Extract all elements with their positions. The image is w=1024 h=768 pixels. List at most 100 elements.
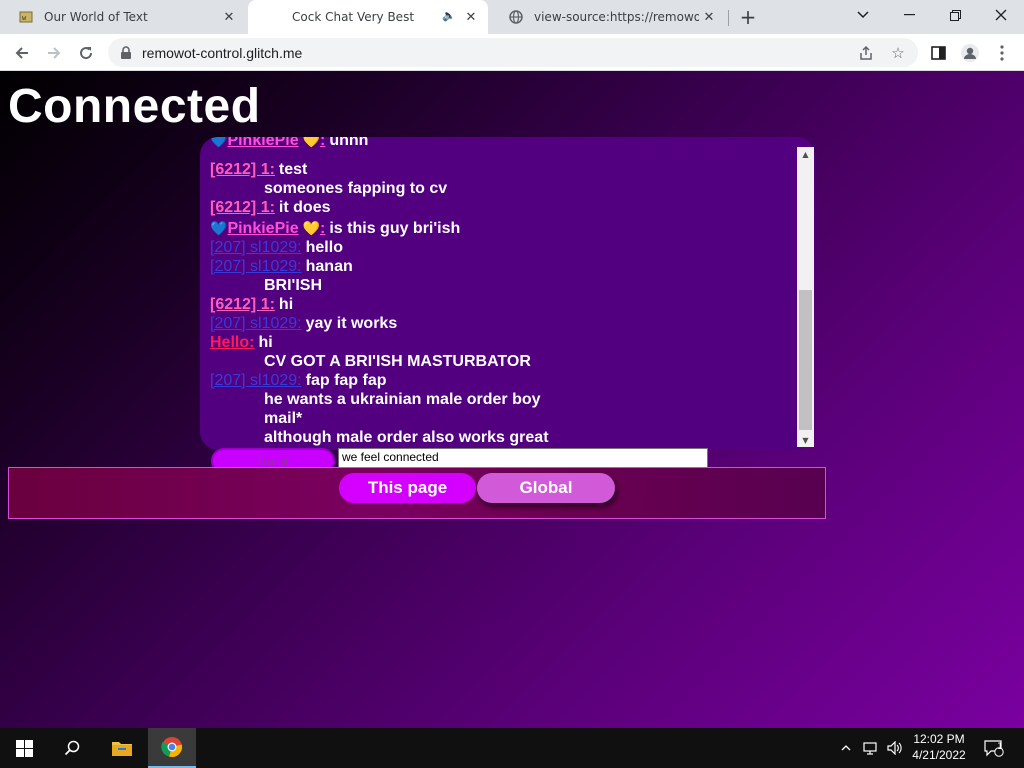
chat-message: 💙PinkiePie 💛: unnn — [210, 137, 368, 150]
menu-kebab-icon[interactable] — [990, 41, 1014, 65]
file-explorer-icon[interactable] — [98, 728, 146, 768]
message-text: unnn — [329, 137, 369, 149]
mode-panel: This page Global — [8, 467, 826, 519]
tab-close-icon[interactable]: ✕ — [462, 8, 480, 26]
back-arrow-icon[interactable] — [10, 41, 34, 65]
tab-title: view-source:https://remowot-con — [534, 10, 699, 24]
tab-strip: w Our World of Text ✕ Cock Chat Very Bes… — [0, 0, 1024, 34]
this-page-button[interactable]: This page — [339, 473, 476, 503]
tray-chevron-icon[interactable] — [838, 728, 854, 768]
message-author-colon[interactable]: : — [320, 137, 325, 149]
blue-heart-icon: 💙 — [210, 137, 228, 148]
chat-message: [6212] 1: hi — [210, 295, 293, 314]
tab-search-icon[interactable] — [840, 0, 886, 30]
message-author[interactable]: PinkiePie — [227, 220, 298, 237]
tab-close-icon[interactable]: ✕ — [700, 8, 718, 26]
forward-arrow-icon[interactable] — [42, 41, 66, 65]
message-text: CV GOT A BRI'ISH MASTURBATOR — [264, 353, 531, 370]
moon-favicon-icon — [266, 9, 282, 25]
close-window-button[interactable] — [978, 0, 1024, 30]
message-text: hi — [258, 334, 273, 351]
notification-icon[interactable]: 1 — [980, 728, 1008, 768]
url-text: remowot-control.glitch.me — [142, 45, 303, 61]
message-author[interactable]: [6212] 1: — [210, 161, 275, 178]
message-text: BRI'ISH — [264, 277, 323, 294]
windows-start-icon[interactable] — [0, 728, 48, 768]
message-author[interactable]: Hello: — [210, 334, 254, 351]
page-viewport: Connected 💙PinkiePie 💛: unnn [6212] 1: test… — [0, 71, 1024, 728]
chat-message: 💙PinkiePie 💛: is this guy bri'ish — [210, 219, 460, 238]
message-author-colon[interactable]: : — [320, 220, 325, 237]
chat-message: he wants a ukrainian male order boy — [210, 390, 541, 409]
chat-message: [207] sl1029: hanan — [210, 257, 353, 276]
chat-message: someones fapping to cv — [210, 179, 447, 198]
scrollbar-thumb[interactable] — [799, 290, 812, 430]
message-author[interactable]: [207] sl1029: — [210, 239, 302, 256]
tab-cock-chat[interactable]: Cock Chat Very Best 🔈 ✕ — [248, 0, 488, 34]
message-author[interactable]: [207] sl1029: — [210, 258, 302, 275]
scroll-down-arrow-icon[interactable]: ▼ — [797, 433, 814, 447]
new-tab-button[interactable]: + — [737, 5, 759, 29]
message-text: it does — [278, 199, 331, 216]
chat-message: [6212] 1: test — [210, 160, 307, 179]
global-button[interactable]: Global — [477, 473, 615, 503]
taskbar-clock[interactable]: 12:02 PM 4/21/2022 — [904, 731, 974, 763]
minimize-button[interactable] — [886, 0, 932, 30]
message-text: fap fap fap — [305, 372, 387, 389]
chat-message: [6212] 1: it does — [210, 198, 330, 217]
windows-taskbar: 12:02 PM 4/21/2022 1 — [0, 728, 1024, 768]
address-bar[interactable]: remowot-control.glitch.me ☆ — [108, 38, 918, 67]
message-text: he wants a ukrainian male order boy — [264, 391, 541, 408]
chat-message: although male order also works great — [210, 428, 549, 447]
notification-count: 1 — [997, 742, 1003, 752]
message-author[interactable]: [207] sl1029: — [210, 315, 302, 332]
message-text: hello — [305, 239, 343, 256]
clock-time: 12:02 PM — [913, 732, 965, 746]
chat-message: BRI'ISH — [210, 276, 322, 295]
tab-title: Cock Chat Very Best — [292, 10, 415, 24]
reload-icon[interactable] — [74, 41, 98, 65]
message-text: hi — [278, 296, 294, 313]
chat-message: mail* — [210, 409, 302, 428]
page-title: Connected — [8, 80, 261, 133]
tab-our-world-of-text[interactable]: w Our World of Text ✕ — [0, 0, 246, 34]
message-text: although male order also works great — [264, 429, 549, 446]
chat-log[interactable]: 💙PinkiePie 💛: unnn [6212] 1: test someones … — [210, 137, 800, 450]
message-author[interactable]: [207] sl1029: — [210, 372, 302, 389]
chrome-taskbar-icon[interactable] — [148, 728, 196, 768]
network-icon[interactable] — [860, 728, 882, 768]
volume-icon[interactable] — [884, 728, 906, 768]
tab-view-source[interactable]: view-source:https://remowot-con ✕ — [490, 0, 726, 34]
profile-avatar-icon[interactable] — [958, 41, 982, 65]
globe-favicon-icon — [508, 9, 524, 25]
message-text: mail* — [264, 410, 303, 427]
lock-icon[interactable] — [120, 45, 134, 59]
message-text: someones fapping to cv — [264, 180, 448, 197]
bookmark-star-icon[interactable]: ☆ — [888, 43, 908, 63]
side-panel-icon[interactable] — [926, 41, 950, 65]
message-text: test — [278, 161, 308, 178]
message-author[interactable]: [6212] 1: — [210, 199, 275, 216]
chat-box[interactable]: 💙PinkiePie 💛: unnn [6212] 1: test someones … — [200, 137, 815, 450]
chat-message: [207] sl1029: hello — [210, 238, 343, 257]
message-input[interactable]: we feel connected — [338, 448, 708, 468]
search-icon[interactable] — [48, 728, 96, 768]
message-author[interactable]: [6212] 1: — [210, 296, 275, 313]
chat-message: Hello: hi — [210, 333, 273, 352]
chat-message: [207] sl1029: yay it works — [210, 314, 397, 333]
clock-date: 4/21/2022 — [912, 748, 966, 762]
speaker-icon[interactable]: 🔈 — [442, 9, 456, 22]
message-author[interactable]: PinkiePie — [227, 137, 298, 149]
chat-message: CV GOT A BRI'ISH MASTURBATOR — [210, 352, 531, 371]
scroll-up-arrow-icon[interactable]: ▲ — [797, 147, 814, 161]
tab-close-icon[interactable]: ✕ — [220, 8, 238, 26]
chat-scrollbar[interactable]: ▲ ▼ — [797, 147, 814, 447]
message-text: is this guy bri'ish — [329, 220, 461, 237]
tab-title: Our World of Text — [44, 10, 148, 24]
chat-message: [207] sl1029: fap fap fap — [210, 371, 387, 390]
owot-favicon-icon: w — [18, 9, 34, 25]
restore-button[interactable] — [932, 0, 978, 30]
share-icon[interactable] — [856, 43, 876, 63]
blue-heart-icon: 💙 — [210, 220, 228, 236]
browser-toolbar: remowot-control.glitch.me ☆ — [0, 34, 1024, 71]
